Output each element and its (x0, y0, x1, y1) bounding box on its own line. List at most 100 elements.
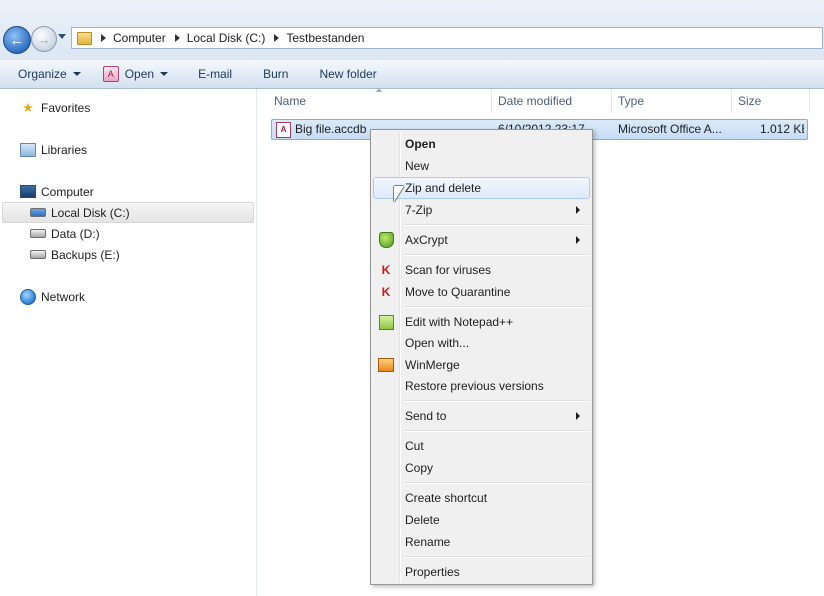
library-icon (20, 142, 36, 158)
email-button[interactable]: E-mail (190, 62, 240, 86)
menu-item-copy[interactable]: Copy (373, 457, 590, 479)
menu-item-axcrypt[interactable]: AxCrypt (373, 229, 590, 251)
chevron-down-icon (72, 72, 81, 76)
menu-new-label: New (405, 159, 430, 173)
column-header-size[interactable]: Size (732, 89, 810, 113)
chevron-down-icon (160, 72, 169, 76)
submenu-arrow-icon (576, 206, 580, 214)
menu-item-winmerge[interactable]: WinMerge (373, 354, 590, 376)
mouse-pointer-icon (394, 186, 404, 202)
notepadpp-icon (378, 314, 394, 330)
network-icon (20, 288, 36, 305)
menu-item-properties[interactable]: Properties (373, 561, 590, 583)
menu-create-shortcut-label: Create shortcut (405, 491, 488, 505)
nav-backups-disk-label: Backups (E:) (51, 247, 120, 262)
forward-arrow-icon: → (37, 31, 51, 47)
menu-item-rename[interactable]: Rename (373, 531, 590, 553)
nav-favorites[interactable]: ★ Favorites (20, 97, 90, 118)
submenu-arrow-icon (576, 412, 580, 420)
menu-separator (404, 430, 590, 432)
column-header-name[interactable]: Name (268, 89, 492, 113)
menu-scan-label: Scan for viruses (405, 263, 492, 277)
axcrypt-shield-icon (378, 232, 394, 248)
nav-favorites-label: Favorites (41, 100, 91, 115)
menu-item-edit-notepadpp[interactable]: Edit with Notepad++ (373, 311, 590, 333)
column-header-date-label: Date modified (498, 94, 573, 108)
menu-item-restore-previous[interactable]: Restore previous versions (373, 375, 590, 397)
menu-delete-label: Delete (405, 513, 440, 527)
menu-send-to-label: Send to (405, 409, 447, 423)
menu-item-delete[interactable]: Delete (373, 509, 590, 531)
menu-separator (404, 306, 590, 308)
column-header-date[interactable]: Date modified (492, 89, 612, 113)
breadcrumb-separator-icon[interactable] (274, 34, 280, 42)
navigation-pane: ★ Favorites Libraries Computer Local Dis… (0, 89, 257, 596)
menu-open-label: Open (405, 137, 436, 151)
column-header-size-label: Size (738, 94, 762, 108)
menu-copy-label: Copy (405, 461, 434, 475)
organize-button[interactable]: Organize (10, 62, 89, 86)
submenu-arrow-icon (576, 236, 580, 244)
breadcrumb-separator-icon[interactable] (174, 34, 180, 42)
menu-separator (404, 400, 590, 402)
menu-open-with-label: Open with... (405, 336, 470, 350)
menu-restore-label: Restore previous versions (405, 379, 544, 393)
breadcrumb-computer[interactable]: Computer (113, 31, 166, 45)
kaspersky-icon: K (381, 285, 391, 299)
recent-pages-dropdown[interactable] (58, 34, 66, 39)
access-app-icon: A (102, 66, 119, 82)
menu-separator (404, 224, 590, 226)
address-bar[interactable]: Computer Local Disk (C:) Testbestanden (71, 27, 823, 49)
burn-label: Burn (263, 67, 289, 81)
kaspersky-icon: K (381, 263, 391, 277)
menu-item-open-with[interactable]: Open with... (373, 332, 590, 354)
nav-libraries[interactable]: Libraries (20, 139, 87, 160)
new-folder-label: New folder (319, 67, 377, 81)
open-button[interactable]: A Open (95, 62, 176, 86)
forward-button[interactable]: → (31, 26, 57, 52)
menu-item-send-to[interactable]: Send to (373, 405, 590, 427)
menu-item-7zip[interactable]: 7-Zip (373, 199, 590, 221)
drive-icon (30, 247, 46, 263)
menu-item-scan-for-viruses[interactable]: K Scan for viruses (373, 259, 590, 281)
menu-zip-delete-label: Zip and delete (405, 181, 482, 195)
nav-network[interactable]: Network (20, 286, 85, 307)
back-arrow-icon: ← (9, 31, 25, 49)
email-label: E-mail (198, 67, 233, 81)
nav-backups-disk[interactable]: Backups (E:) (30, 244, 120, 265)
menu-cut-label: Cut (405, 439, 424, 453)
breadcrumb-testbestanden[interactable]: Testbestanden (286, 31, 364, 45)
address-bar-area: ← → Computer Local Disk (C:) Testbestand… (0, 0, 824, 60)
menu-item-new[interactable]: New (373, 155, 590, 177)
menu-7zip-label: 7-Zip (405, 203, 433, 217)
column-header-type-label: Type (618, 94, 645, 108)
nav-network-label: Network (41, 289, 86, 304)
nav-data-disk[interactable]: Data (D:) (30, 223, 100, 244)
nav-local-disk[interactable]: Local Disk (C:) (2, 202, 254, 223)
back-button[interactable]: ← (3, 26, 31, 54)
menu-winmerge-label: WinMerge (405, 358, 460, 372)
nav-local-disk-label: Local Disk (C:) (51, 205, 130, 220)
open-label: Open (124, 67, 155, 81)
winmerge-icon (378, 357, 394, 373)
column-header-type[interactable]: Type (612, 89, 732, 113)
menu-rename-label: Rename (405, 535, 451, 549)
breadcrumb-local-disk[interactable]: Local Disk (C:) (187, 31, 266, 45)
folder-icon (77, 31, 92, 45)
menu-item-zip-and-delete[interactable]: Zip and delete (373, 177, 590, 199)
burn-button[interactable]: Burn (255, 62, 296, 86)
nav-computer-label: Computer (41, 184, 94, 199)
nav-libraries-label: Libraries (41, 142, 88, 157)
nav-computer[interactable]: Computer (20, 181, 94, 202)
star-icon: ★ (22, 99, 34, 115)
menu-item-open[interactable]: Open (373, 133, 590, 155)
organize-label: Organize (18, 67, 67, 81)
new-folder-button[interactable]: New folder (311, 62, 384, 86)
menu-separator (404, 556, 590, 558)
menu-quarantine-label: Move to Quarantine (405, 285, 511, 299)
menu-item-cut[interactable]: Cut (373, 435, 590, 457)
menu-item-move-to-quarantine[interactable]: K Move to Quarantine (373, 281, 590, 303)
menu-item-create-shortcut[interactable]: Create shortcut (373, 487, 590, 509)
file-type: Microsoft Office A... (618, 122, 722, 136)
breadcrumb-separator-icon[interactable] (101, 34, 106, 42)
